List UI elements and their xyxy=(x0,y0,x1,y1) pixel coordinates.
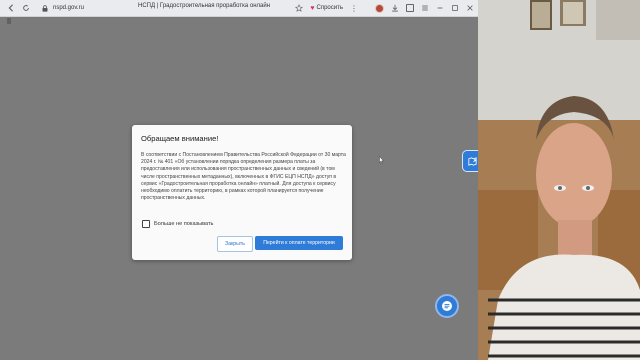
toolbar-actions: ♥ Спросить ⋮ xyxy=(295,2,474,14)
dont-show-again-option[interactable]: Больше не показывать xyxy=(142,220,213,228)
address-bar[interactable]: nspd.gov.ru xyxy=(53,5,84,11)
profile-avatar[interactable] xyxy=(375,3,384,13)
close-button[interactable]: Закрыть xyxy=(217,236,253,252)
presenter-video xyxy=(478,0,640,360)
download-icon[interactable] xyxy=(391,4,399,12)
dialog-message: В соответствии с Постановлением Правител… xyxy=(141,152,346,202)
webcam-overlay xyxy=(478,0,640,360)
lock-icon[interactable] xyxy=(42,4,49,12)
ask-label: Спросить xyxy=(316,5,343,11)
dont-show-again-label: Больше не показывать xyxy=(154,221,214,227)
chat-icon xyxy=(442,301,452,311)
payment-notice-dialog: Обращаем внимание! В соответствии с Пост… xyxy=(132,125,352,260)
dont-show-again-checkbox[interactable] xyxy=(142,220,150,228)
map-icon xyxy=(467,156,477,166)
browser-toolbar: nspd.gov.ru НСПД | Градостроительная про… xyxy=(0,0,478,17)
sidebar-toggle-icon[interactable] xyxy=(4,16,14,26)
star-icon[interactable] xyxy=(295,4,304,12)
dialog-title: Обращаем внимание! xyxy=(141,134,219,143)
menu-icon[interactable] xyxy=(421,4,429,12)
maximize-icon[interactable] xyxy=(451,4,459,12)
go-to-payment-button[interactable]: Перейти к оплате территории xyxy=(255,236,343,250)
close-icon[interactable] xyxy=(466,4,474,12)
browser-window: nspd.gov.ru НСПД | Градостроительная про… xyxy=(0,0,478,360)
page-title: НСПД | Градостроительная проработка онла… xyxy=(138,3,271,9)
dialog-body: В соответствии с Постановлением Правител… xyxy=(141,152,346,202)
heart-icon: ♥ xyxy=(310,4,315,12)
ask-button[interactable]: ♥ Спросить xyxy=(310,5,343,12)
extensions-icon[interactable] xyxy=(406,4,414,12)
mouse-cursor-icon xyxy=(379,156,384,164)
more-icon[interactable]: ⋮ xyxy=(350,4,358,13)
reload-icon[interactable] xyxy=(21,4,30,13)
chat-button[interactable] xyxy=(435,294,459,318)
minimize-icon[interactable] xyxy=(436,4,444,12)
back-icon[interactable] xyxy=(6,4,15,13)
